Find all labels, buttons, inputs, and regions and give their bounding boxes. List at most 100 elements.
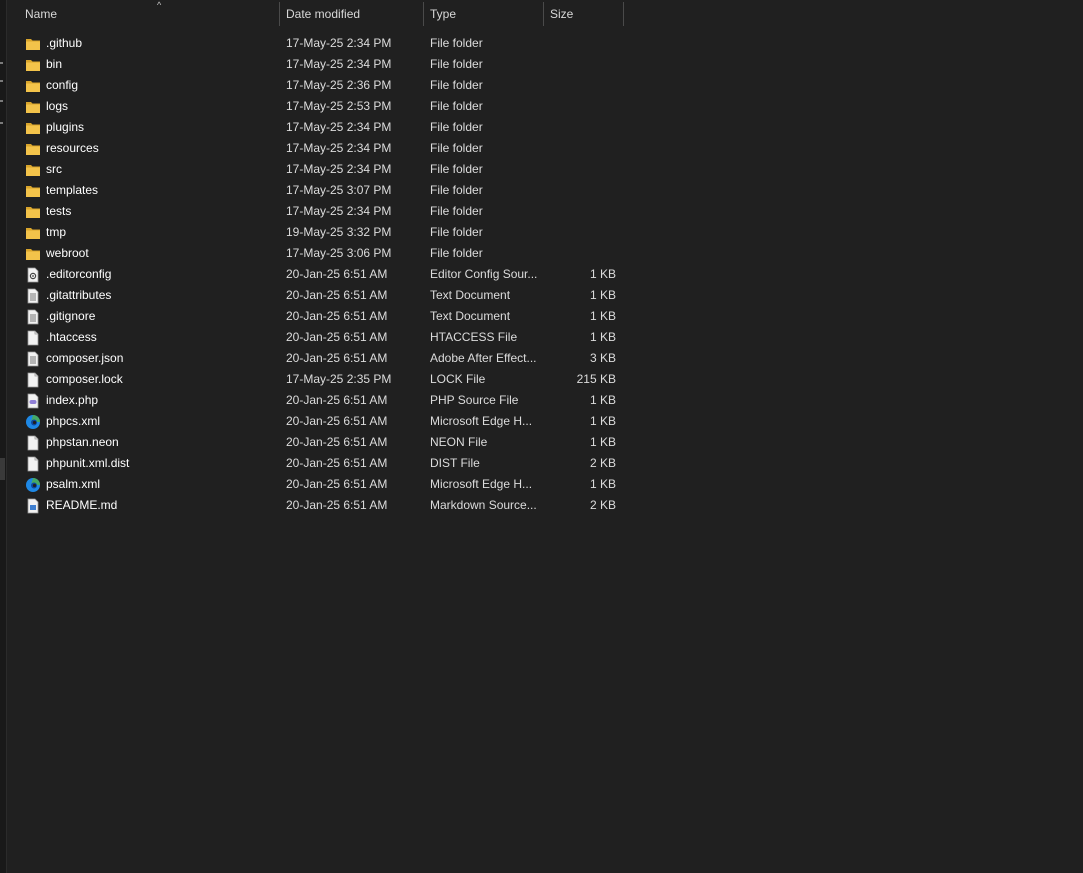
folder-icon: [25, 120, 41, 136]
file-row[interactable]: index.php 20-Jan-25 6:51 AM PHP Source Fil…: [7, 390, 1083, 411]
file-type: File folder: [430, 120, 483, 134]
file-name: .editorconfig: [46, 267, 112, 281]
file-row[interactable]: tmp 19-May-25 3:32 PM File folder: [7, 222, 1083, 243]
column-header-type-label: Type: [430, 7, 457, 21]
folder-icon: [25, 57, 41, 73]
file-row[interactable]: phpstan.neon 20-Jan-25 6:51 AM NEON File 1 …: [7, 432, 1083, 453]
file-date-modified: 20-Jan-25 6:51 AM: [286, 288, 388, 302]
file-row[interactable]: logs 17-May-25 2:53 PM File folder: [7, 96, 1083, 117]
file-row[interactable]: phpunit.xml.dist 20-Jan-25 6:51 AM DIST Fi…: [7, 453, 1083, 474]
file-name: tests: [46, 204, 72, 218]
file-row[interactable]: templates 17-May-25 3:07 PM File folder: [7, 180, 1083, 201]
file-row[interactable]: config 17-May-25 2:36 PM File folder: [7, 75, 1083, 96]
file-size: 2 KB: [589, 456, 616, 470]
file-date-modified: 20-Jan-25 6:51 AM: [286, 435, 388, 449]
file-row[interactable]: composer.json 20-Jan-25 6:51 AM Adobe Afte…: [7, 348, 1083, 369]
file-name: tmp: [46, 225, 67, 239]
file-size: [544, 159, 616, 180]
file-type: Markdown Source...: [430, 498, 537, 512]
file-name: README.md: [46, 498, 118, 512]
blank-file-icon: [25, 372, 41, 388]
text-file-icon: [25, 309, 41, 325]
file-type: Text Document: [430, 309, 511, 323]
file-date-modified: 17-May-25 2:35 PM: [286, 372, 392, 386]
folder-icon: [25, 183, 41, 199]
column-header-type[interactable]: Type: [424, 0, 544, 27]
file-row[interactable]: psalm.xml 20-Jan-25 6:51 AM Microsoft Edge…: [7, 474, 1083, 495]
nav-expand-marker[interactable]: [0, 62, 3, 64]
file-type: Microsoft Edge H...: [430, 414, 533, 428]
nav-scrollbar-thumb[interactable]: [0, 458, 5, 480]
file-type: File folder: [430, 78, 483, 92]
nav-expand-marker[interactable]: [0, 100, 3, 102]
column-header-date[interactable]: Date modified: [280, 0, 424, 27]
nav-expand-marker[interactable]: [0, 122, 3, 124]
file-name: .gitattributes: [46, 288, 112, 302]
file-row[interactable]: src 17-May-25 2:34 PM File folder: [7, 159, 1083, 180]
file-size: 1 KB: [589, 414, 616, 428]
file-date-modified: 20-Jan-25 6:51 AM: [286, 351, 388, 365]
file-date-modified: 17-May-25 2:34 PM: [286, 141, 392, 155]
file-type: Text Document: [430, 288, 511, 302]
file-row[interactable]: phpcs.xml 20-Jan-25 6:51 AM Microsoft Edge…: [7, 411, 1083, 432]
file-type: File folder: [430, 246, 483, 260]
config-file-icon: [25, 267, 41, 283]
file-row[interactable]: .gitignore 20-Jan-25 6:51 AM Text Document…: [7, 306, 1083, 327]
file-row[interactable]: bin 17-May-25 2:34 PM File folder: [7, 54, 1083, 75]
file-name: logs: [46, 99, 69, 113]
file-type: DIST File: [430, 456, 480, 470]
file-size: [544, 117, 616, 138]
file-size: 2 KB: [589, 498, 616, 512]
column-header-size[interactable]: Size: [544, 0, 624, 27]
column-header-date-label: Date modified: [286, 7, 361, 21]
file-date-modified: 17-May-25 2:34 PM: [286, 120, 392, 134]
blank-file-icon: [25, 435, 41, 451]
edge-icon: [25, 477, 41, 493]
folder-icon: [25, 141, 41, 157]
file-size: [544, 96, 616, 117]
folder-icon: [25, 78, 41, 94]
file-date-modified: 20-Jan-25 6:51 AM: [286, 456, 388, 470]
file-size: [544, 180, 616, 201]
text-file-icon: [25, 351, 41, 367]
file-row[interactable]: README.md 20-Jan-25 6:51 AM Markdown Sourc…: [7, 495, 1083, 516]
file-date-modified: 17-May-25 2:36 PM: [286, 78, 392, 92]
file-type: File folder: [430, 99, 483, 113]
file-size: 3 KB: [589, 351, 616, 365]
file-type: File folder: [430, 204, 483, 218]
folder-icon: [25, 99, 41, 115]
column-header-size-label: Size: [550, 7, 574, 21]
column-divider[interactable]: [623, 2, 624, 26]
file-type: Microsoft Edge H...: [430, 477, 533, 491]
file-row[interactable]: composer.lock 17-May-25 2:35 PM LOCK File 2…: [7, 369, 1083, 390]
file-row[interactable]: resources 17-May-25 2:34 PM File folder: [7, 138, 1083, 159]
file-date-modified: 17-May-25 3:07 PM: [286, 183, 392, 197]
file-name: phpcs.xml: [46, 414, 101, 428]
file-row[interactable]: .gitattributes 20-Jan-25 6:51 AM Text Docu…: [7, 285, 1083, 306]
folder-icon: [25, 204, 41, 220]
file-name: composer.json: [46, 351, 124, 365]
blank-file-icon: [25, 456, 41, 472]
file-type: File folder: [430, 183, 483, 197]
edge-icon: [25, 414, 41, 430]
file-row[interactable]: webroot 17-May-25 3:06 PM File folder: [7, 243, 1083, 264]
file-name: templates: [46, 183, 99, 197]
column-header-name[interactable]: Name ^: [19, 0, 280, 27]
file-row[interactable]: plugins 17-May-25 2:34 PM File folder: [7, 117, 1083, 138]
file-type: File folder: [430, 141, 483, 155]
file-row[interactable]: tests 17-May-25 2:34 PM File folder: [7, 201, 1083, 222]
folder-icon: [25, 36, 41, 52]
file-row[interactable]: .github 17-May-25 2:34 PM File folder: [7, 33, 1083, 54]
file-date-modified: 20-Jan-25 6:51 AM: [286, 393, 388, 407]
file-type: Editor Config Sour...: [430, 267, 538, 281]
file-row[interactable]: .htaccess 20-Jan-25 6:51 AM HTACCESS File 1…: [7, 327, 1083, 348]
file-size: 215 KB: [576, 372, 616, 386]
file-size: [544, 33, 616, 54]
folder-icon: [25, 225, 41, 241]
file-row[interactable]: .editorconfig 20-Jan-25 6:51 AM Editor Con…: [7, 264, 1083, 285]
nav-expand-marker[interactable]: [0, 80, 3, 82]
file-size: [544, 222, 616, 243]
file-size: 1 KB: [589, 267, 616, 281]
navigation-pane-edge: [0, 0, 7, 873]
file-type: NEON File: [430, 435, 488, 449]
